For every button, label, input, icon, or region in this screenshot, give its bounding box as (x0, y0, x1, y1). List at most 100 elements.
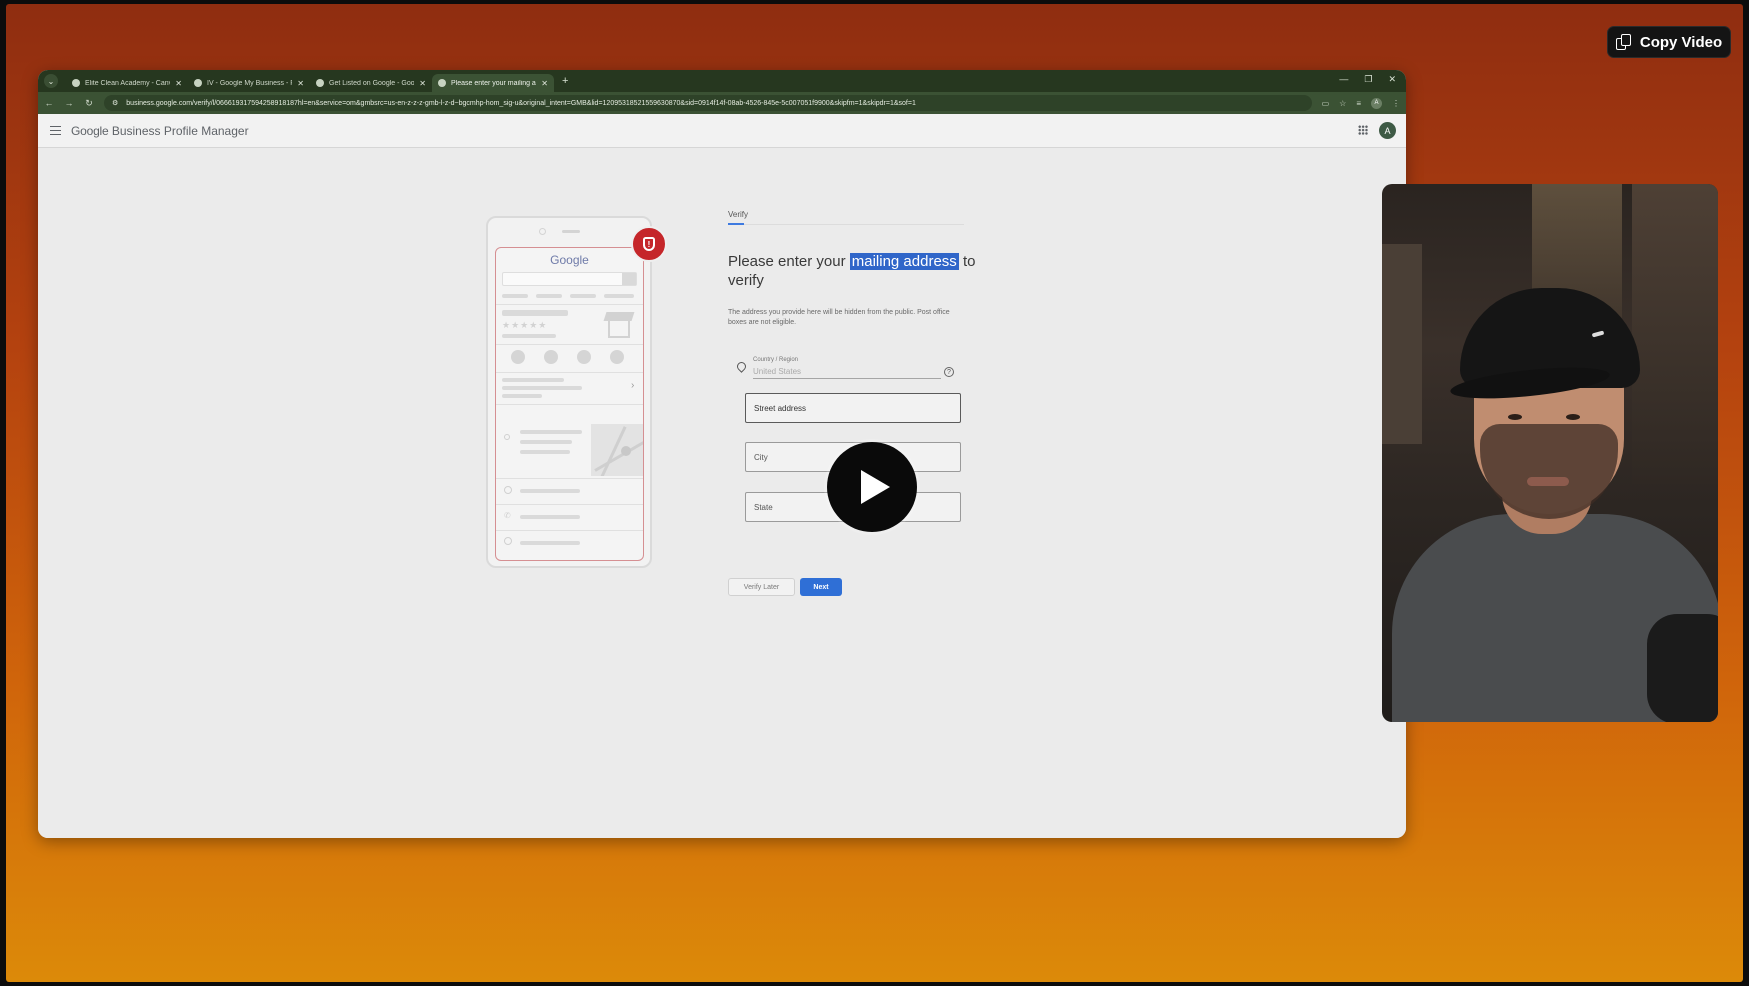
favicon-icon (316, 79, 324, 87)
tab-title: Get Listed on Google - Google (329, 79, 415, 87)
phone-line (604, 294, 634, 298)
page-title: Please enter your mailing address to ver… (728, 252, 978, 290)
address-description: The address you provide here will be hid… (728, 309, 950, 326)
phone-call-icon (511, 350, 525, 364)
phone-search-box (502, 272, 637, 286)
chevron-right-icon: › (631, 380, 635, 391)
phone-line (502, 394, 542, 398)
browser-tab[interactable]: Get Listed on Google - Google ✕ (310, 74, 432, 92)
country-label: Country / Region (753, 357, 799, 363)
phone-location-icon (504, 434, 510, 440)
phone-handset-icon: ✆ (504, 511, 511, 520)
phone-clock-icon (504, 486, 512, 494)
extensions-icon[interactable]: ≡ (1356, 99, 1361, 108)
phone-line (502, 378, 564, 382)
browser-tab[interactable]: Elite Clean Academy - Canva ✕ (66, 74, 188, 92)
phone-google-logo: Google (550, 253, 589, 267)
phone-globe-icon (504, 537, 512, 545)
tab-indicator (728, 223, 744, 225)
phone-divider (496, 504, 643, 505)
apps-grid-icon[interactable] (1358, 125, 1368, 135)
back-icon[interactable]: ← (44, 98, 54, 108)
shield-icon: ! (631, 226, 667, 262)
play-icon[interactable] (827, 442, 917, 532)
close-tab-icon[interactable]: ✕ (541, 79, 548, 88)
phone-line (536, 294, 562, 298)
phone-line (520, 450, 570, 454)
browser-toolbar: ← → ↻ ⚙ business.google.com/verify/l/066… (38, 92, 1406, 114)
city-placeholder: City (754, 452, 768, 462)
phone-line (502, 310, 568, 316)
phone-divider (496, 344, 643, 345)
forward-icon[interactable]: → (64, 98, 74, 108)
webcam-overlay (1382, 184, 1718, 722)
headline-highlighted-text: mailing address (849, 253, 959, 270)
phone-rating-stars: ★★★★★ (502, 320, 548, 330)
copy-video-button[interactable]: Copy Video (1607, 26, 1731, 58)
browser-tab-active[interactable]: Please enter your mailing addr ✕ (432, 74, 554, 92)
new-tab-button[interactable]: + (562, 75, 568, 87)
tab-title: IV - Google My Business - Prez (207, 79, 292, 87)
street-placeholder: Street address (754, 403, 807, 413)
tab-divider (728, 224, 964, 225)
phone-line (502, 294, 528, 298)
copy-video-label: Copy Video (1639, 33, 1723, 51)
phone-divider (496, 530, 643, 531)
phone-line (570, 294, 596, 298)
app-title: Business Profile Manager (108, 123, 249, 138)
tab-title: Elite Clean Academy - Canva (85, 79, 171, 87)
google-wordmark: Google (71, 123, 109, 138)
headline-text: Please enter your (728, 253, 850, 270)
bookmark-star-icon[interactable]: ☆ (1339, 99, 1346, 108)
cast-icon[interactable]: ▭ (1322, 99, 1330, 108)
phone-map-thumbnail (591, 424, 643, 476)
app-brand[interactable]: Google Business Profile Manager (71, 124, 249, 138)
storefront-icon (603, 312, 635, 338)
close-window-icon[interactable]: ✕ (1388, 74, 1396, 85)
tab-title: Please enter your mailing addr (451, 79, 536, 87)
minimize-icon[interactable]: — (1339, 74, 1348, 85)
phone-divider (496, 372, 643, 373)
location-pin-icon (735, 360, 748, 373)
phone-line (502, 386, 582, 390)
shield-glyph: ! (643, 237, 655, 251)
state-placeholder: State (754, 502, 773, 512)
phone-divider (496, 478, 643, 479)
phone-share-icon (610, 350, 624, 364)
phone-camera (539, 228, 546, 235)
phone-line (520, 430, 582, 434)
restore-icon[interactable]: ❐ (1364, 74, 1372, 85)
phone-save-icon (577, 350, 591, 364)
url-text: business.google.com/verify/l/06661931759… (126, 99, 916, 107)
address-bar[interactable]: ⚙ business.google.com/verify/l/066619317… (104, 95, 1312, 111)
hamburger-menu-icon[interactable] (50, 123, 61, 138)
favicon-icon (72, 79, 80, 87)
browser-tab[interactable]: IV - Google My Business - Prez ✕ (188, 74, 310, 92)
copy-icon (1615, 34, 1632, 50)
country-field: United States (753, 367, 802, 376)
reload-icon[interactable]: ↻ (84, 98, 94, 109)
phone-line (520, 489, 580, 493)
site-info-icon[interactable]: ⚙ (112, 99, 118, 107)
close-tab-icon[interactable]: ✕ (419, 79, 426, 88)
favicon-icon (194, 79, 202, 87)
avatar[interactable]: A (1379, 122, 1396, 139)
verify-page: Google ★★★★★ › ✆ ! Verify Please enter y… (38, 148, 1406, 838)
profile-icon[interactable]: A (1371, 97, 1382, 109)
phone-directions-icon (544, 350, 558, 364)
tab-verify[interactable]: Verify (728, 210, 748, 219)
next-button[interactable]: Next (800, 578, 842, 596)
tab-strip: ⌄ Elite Clean Academy - Canva ✕ IV - Goo… (38, 70, 1406, 92)
window-controls: — ❐ ✕ (1339, 74, 1396, 85)
close-tab-icon[interactable]: ✕ (297, 79, 304, 88)
tab-search-icon[interactable]: ⌄ (44, 74, 58, 88)
phone-line (520, 515, 580, 519)
menu-dots-icon[interactable]: ⋮ (1392, 99, 1400, 108)
close-tab-icon[interactable]: ✕ (175, 79, 182, 88)
help-icon[interactable]: ? (944, 367, 954, 377)
app-header: Google Business Profile Manager A (38, 114, 1406, 148)
phone-divider (496, 304, 643, 305)
phone-line (520, 541, 580, 545)
street-address-field[interactable]: Street address (745, 393, 961, 423)
verify-later-button[interactable]: Verify Later (728, 578, 795, 596)
